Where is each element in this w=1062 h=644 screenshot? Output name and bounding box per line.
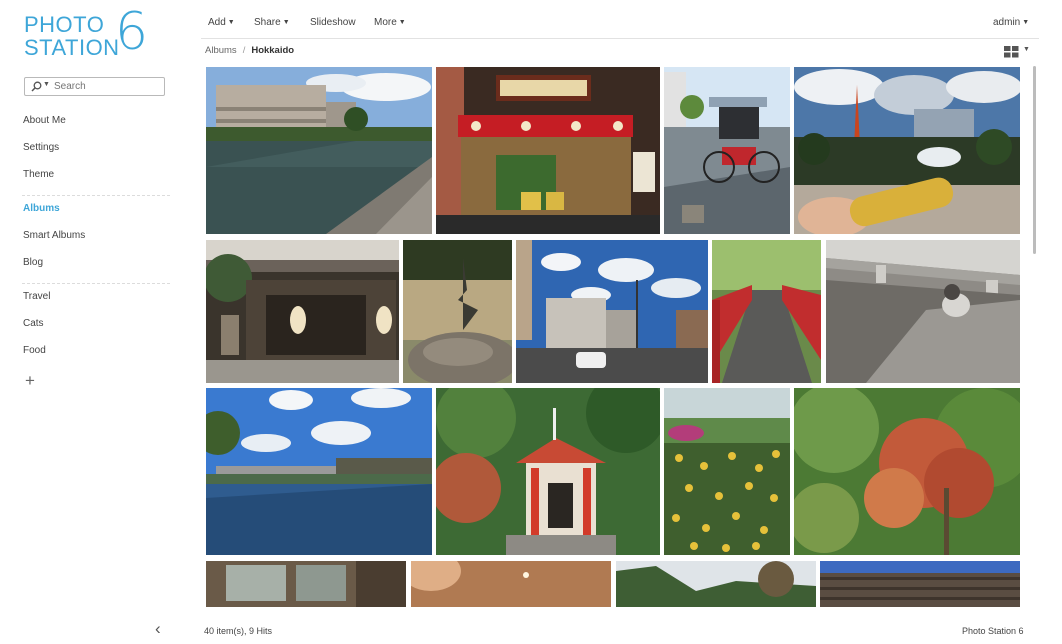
search-icon xyxy=(31,81,42,92)
photo-roof-tiles xyxy=(820,561,1020,607)
photo-canal-building xyxy=(206,67,432,234)
photo-tv-tower-corn xyxy=(794,67,1020,234)
sidebar-item-blog[interactable]: Blog xyxy=(23,257,43,268)
photo-tile-roof-tiles[interactable] xyxy=(820,561,1020,607)
photo-tile-flower-garden[interactable] xyxy=(664,388,790,555)
sidebar-item-smart-albums[interactable]: Smart Albums xyxy=(23,230,85,241)
photo-tile-lamp-ceiling[interactable] xyxy=(411,561,611,607)
sidebar-item-settings[interactable]: Settings xyxy=(23,142,59,153)
photo-tile-red-bridge[interactable] xyxy=(712,240,821,383)
breadcrumb-separator: / xyxy=(242,45,246,56)
search-box[interactable]: ▼ xyxy=(24,77,165,96)
photo-tile-crane-statue[interactable] xyxy=(403,240,512,383)
logo-line-2: STATION xyxy=(24,35,120,60)
more-menu-button[interactable]: More ▼ xyxy=(374,17,406,28)
grid-scrollbar[interactable] xyxy=(1033,66,1036,254)
sidebar-item-food[interactable]: Food xyxy=(23,345,46,356)
photo-lamp-ceiling xyxy=(411,561,611,607)
photo-tile-river-bridge[interactable] xyxy=(206,388,432,555)
photo-tile-city-street[interactable] xyxy=(516,240,708,383)
grid-view-icon xyxy=(1004,46,1019,58)
user-name: admin xyxy=(993,17,1021,28)
chevron-down-icon: ▼ xyxy=(1022,19,1030,26)
photo-station-logo: PHOTO STATION 6 xyxy=(22,6,172,62)
add-menu-button[interactable]: Add ▼ xyxy=(208,17,235,28)
user-menu-button[interactable]: admin ▼ xyxy=(993,17,1029,28)
photo-wooden-inn xyxy=(206,240,399,383)
breadcrumb-current: Hokkaido xyxy=(251,45,295,56)
photo-river-bridge xyxy=(206,388,432,555)
item-count: 40 item(s), 9 Hits xyxy=(204,626,273,636)
photo-hill-forest xyxy=(616,561,816,607)
photo-red-shrine xyxy=(436,388,660,555)
breadcrumb: Albums / Hokkaido xyxy=(205,45,294,56)
sidebar-item-theme[interactable]: Theme xyxy=(23,169,54,180)
sidebar: PHOTO STATION 6 ▼ About Me Settings Them… xyxy=(0,0,190,644)
photo-tile-canal-building[interactable] xyxy=(206,67,432,234)
photo-autumn-trees xyxy=(794,388,1020,555)
share-menu-label: Share xyxy=(254,17,281,28)
view-mode-button[interactable]: ▼ xyxy=(1004,45,1030,63)
search-input[interactable] xyxy=(54,79,159,94)
sidebar-item-cats[interactable]: Cats xyxy=(23,318,44,329)
photo-tile-interior-hall[interactable] xyxy=(206,561,406,607)
chevron-down-icon: ▼ xyxy=(282,19,290,26)
photo-tile-autumn-trees[interactable] xyxy=(794,388,1020,555)
photo-interior-hall xyxy=(206,561,406,607)
photo-tile-tv-tower-corn[interactable] xyxy=(794,67,1020,234)
chevron-down-icon: ▼ xyxy=(227,19,235,26)
photo-rickshaw xyxy=(664,67,790,234)
photo-red-bridge xyxy=(712,240,821,383)
footer-brand: Photo Station 6 xyxy=(962,626,1024,636)
share-menu-button[interactable]: Share ▼ xyxy=(254,17,290,28)
more-menu-label: More xyxy=(374,17,397,28)
collapse-sidebar-icon[interactable]: ‹ xyxy=(155,619,161,639)
top-toolbar: Add ▼ Share ▼ Slideshow More ▼ admin ▼ xyxy=(201,0,1039,39)
add-menu-label: Add xyxy=(208,17,226,28)
photo-city-street xyxy=(516,240,708,383)
sidebar-divider xyxy=(22,195,170,196)
logo-number: 6 xyxy=(115,2,149,62)
photo-crane-statue xyxy=(403,240,512,383)
photo-tile-wooden-inn[interactable] xyxy=(206,240,399,383)
photo-tile-red-shrine[interactable] xyxy=(436,388,660,555)
photo-shrine-stall xyxy=(436,67,660,234)
sidebar-item-about-me[interactable]: About Me xyxy=(23,115,66,126)
breadcrumb-albums-link[interactable]: Albums xyxy=(205,45,237,56)
slideshow-button[interactable]: Slideshow xyxy=(310,17,356,28)
photo-tile-rickshaw[interactable] xyxy=(664,67,790,234)
sidebar-divider xyxy=(22,283,170,284)
chevron-down-icon: ▼ xyxy=(1023,46,1030,53)
photo-tile-cat-under-bridge[interactable] xyxy=(826,240,1020,383)
photo-cat-under-bridge xyxy=(826,240,1020,383)
photo-tile-hill-forest[interactable] xyxy=(616,561,816,607)
sidebar-item-albums[interactable]: Albums xyxy=(23,203,60,214)
photo-grid xyxy=(206,67,1030,607)
photo-flower-garden xyxy=(664,388,790,555)
add-album-button[interactable]: + xyxy=(25,371,35,391)
photo-tile-shrine-stall[interactable] xyxy=(436,67,660,234)
search-options-chevron-icon[interactable]: ▼ xyxy=(43,81,50,88)
chevron-down-icon: ▼ xyxy=(398,19,406,26)
sidebar-item-travel[interactable]: Travel xyxy=(23,291,50,302)
